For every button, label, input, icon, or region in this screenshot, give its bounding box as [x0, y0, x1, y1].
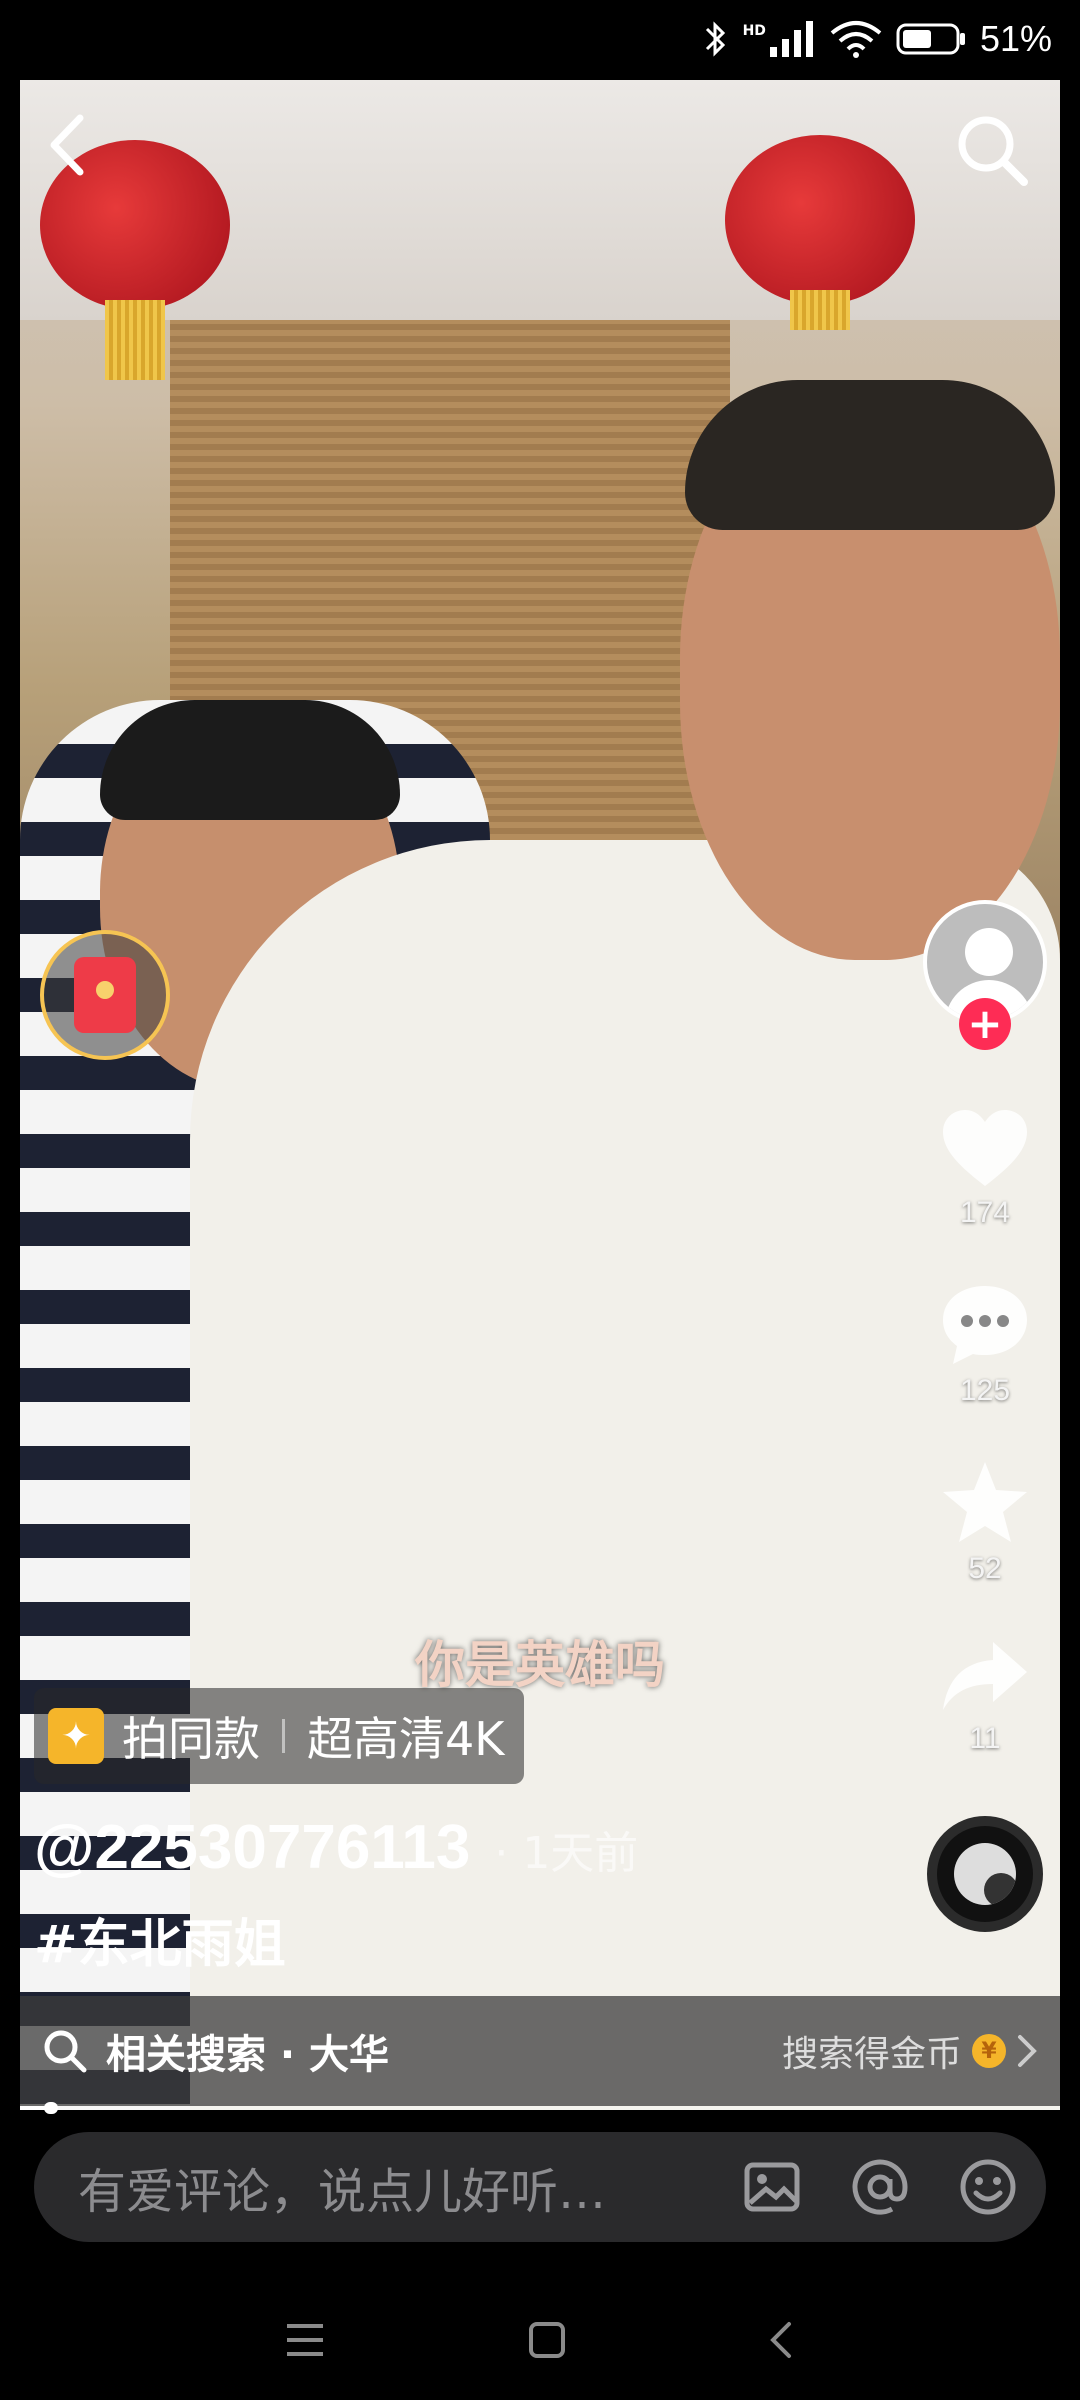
coin-icon: ¥ [972, 2034, 1006, 2068]
red-packet-button[interactable] [40, 930, 170, 1060]
search-reward-text: 搜索得金币 [781, 2034, 962, 2075]
bluetooth-icon [705, 21, 725, 57]
related-search-label: 相关搜索 · 大华 [106, 2032, 390, 2078]
wifi-icon [830, 21, 882, 58]
music-disc-icon[interactable] [927, 1816, 1043, 1932]
signal-icon [769, 21, 813, 57]
action-rail: + 174 125 52 11 [920, 900, 1050, 1932]
author-line: @22530776113 · 1天前 [34, 1812, 638, 1883]
at-icon[interactable] [848, 2155, 912, 2219]
emoji-icon[interactable] [956, 2155, 1020, 2219]
system-nav-bar [0, 2280, 1080, 2400]
star-icon [943, 1462, 1027, 1542]
video-subtitle: 你是英雄吗 [415, 1636, 665, 1694]
favorite-button[interactable]: 52 [939, 1458, 1031, 1586]
battery-icon [896, 23, 965, 55]
search-reward[interactable]: 搜索得金币 ¥ [782, 2025, 1038, 2077]
status-icons: HD 51% [703, 18, 1052, 60]
back-icon[interactable] [40, 110, 100, 180]
comment-icon [943, 1286, 1027, 1364]
heart-icon [943, 1110, 1027, 1186]
battery-percent: 51% [979, 18, 1052, 59]
video-scene-tassel [105, 300, 165, 380]
video-scene-lantern [725, 135, 915, 305]
effect-label: 拍同款 [122, 1712, 260, 1766]
comment-bar: 有爱评论，说点儿好听… [34, 2132, 1046, 2242]
related-search-bar[interactable]: 相关搜索 · 大华 搜索得金币 ¥ [20, 1996, 1060, 2106]
hashtag[interactable]: #东北雨姐 [34, 1902, 286, 1977]
like-count: 174 [959, 1196, 1011, 1229]
effect-tag[interactable]: ✦ 拍同款 超高清4K [34, 1688, 525, 1784]
follow-symbol: + [967, 999, 1003, 1048]
progress-knob[interactable] [44, 2102, 59, 2114]
video-scene-hair-left [100, 700, 400, 820]
search-icon [44, 2030, 87, 2073]
like-button[interactable]: 174 [939, 1106, 1031, 1230]
menu-icon[interactable] [283, 2320, 327, 2360]
red-packet-icon [74, 957, 136, 1033]
share-count: 11 [969, 1722, 1001, 1755]
video-scene-tassel [790, 290, 850, 330]
nav-back-icon[interactable] [767, 2320, 797, 2360]
effect-divider [282, 1719, 285, 1753]
sparkle-icon: ✦ [48, 1708, 104, 1764]
comment-button[interactable]: 125 [939, 1280, 1031, 1408]
search-icon[interactable] [952, 110, 1032, 190]
chevron-right-icon [1018, 2035, 1037, 2067]
quality-label: 超高清4K [307, 1712, 505, 1766]
favorite-count: 52 [968, 1552, 1002, 1585]
author-name[interactable]: @22530776113 [34, 1812, 470, 1883]
comment-count: 125 [959, 1374, 1011, 1407]
home-icon[interactable] [527, 2320, 567, 2360]
status-bar: HD 51% [0, 0, 1080, 80]
hd-label: HD [742, 23, 766, 39]
image-icon[interactable] [740, 2155, 804, 2219]
video-player[interactable]: + 174 125 52 11 你是英雄吗 ✦ 拍同款 超高清4K @22530… [20, 80, 1060, 2110]
video-scene-hair-right [685, 380, 1055, 530]
video-progress[interactable] [20, 2102, 1060, 2114]
follow-button[interactable]: + [959, 998, 1011, 1050]
post-time: · 1天前 [494, 1828, 639, 1879]
comment-input[interactable]: 有爱评论，说点儿好听… [78, 2152, 696, 2222]
